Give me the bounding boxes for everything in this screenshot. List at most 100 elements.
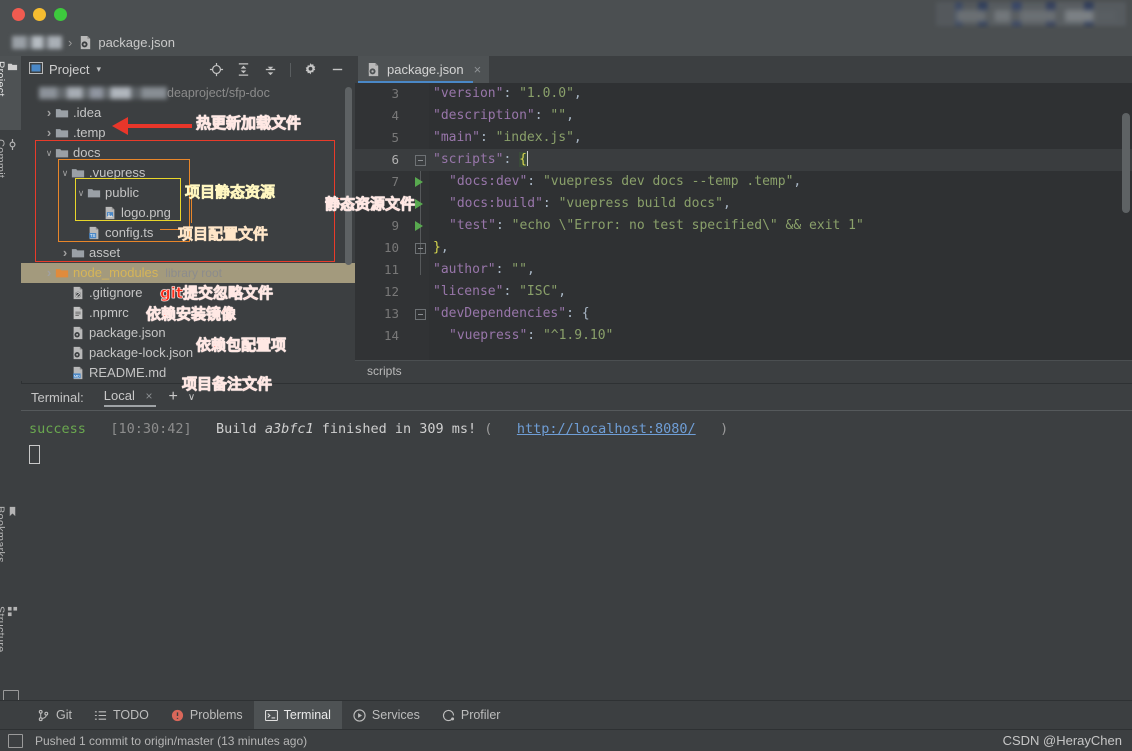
left-tool-strip: Project Commit Bookmarks Structure [0,56,22,707]
bottom-tab-terminal[interactable]: Terminal [253,700,342,730]
code-text: "scripts": { [433,151,528,167]
terminal-session-tab-local[interactable]: Local × [103,387,156,407]
code-line[interactable]: 11 "author": "", [355,259,1132,281]
tree-node-node-modules[interactable]: › node_modules library root [21,263,355,283]
chevron-right-icon[interactable]: › [43,123,55,143]
folder-icon [55,126,69,140]
editor-scrollbar[interactable] [1122,113,1130,213]
tree-node-config-ts[interactable]: ›TSconfig.ts [21,223,355,243]
sidebar-item-project[interactable]: Project [0,56,21,130]
tree-node-label: README.md [89,365,167,380]
sidebar-item-bookmarks-label: Bookmarks [0,506,6,563]
code-line[interactable]: 13 "devDependencies": { [355,303,1132,325]
code-view[interactable]: 3 "version": "1.0.0", 4 "description": "", 5… [355,83,1132,360]
chevron-right-icon[interactable]: › [59,243,71,263]
tree-node-vuepress[interactable]: ∨ .vuepress [21,163,355,183]
collapse-region-icon[interactable] [415,309,426,320]
tree-node-npmrc[interactable]: ›.npmrc [21,303,355,323]
run-script-icon[interactable] [415,199,423,209]
hide-panel-icon[interactable] [330,62,345,77]
text-file-icon [71,306,85,320]
tree-node-gitignore[interactable]: ›.gitignore [21,283,355,303]
ts-file-icon: TS [87,226,101,240]
chevron-down-icon[interactable]: ∨ [75,183,87,203]
sidebar-item-structure[interactable]: Structure [0,601,21,683]
collapse-region-icon[interactable] [415,155,426,166]
sidebar-item-bookmarks[interactable]: Bookmarks [0,501,21,589]
chevron-right-icon[interactable]: › [43,263,55,283]
code-line[interactable]: 5 "main": "index.js", [355,127,1132,149]
code-line[interactable]: 14 "vuepress": "^1.9.10" [355,325,1132,347]
bottom-tab-todo[interactable]: TODO [83,701,160,730]
run-script-icon[interactable] [415,221,423,231]
close-window-button[interactable] [12,8,25,21]
editor-breadcrumb-label: scripts [367,364,402,378]
new-session-plus-icon[interactable]: + [168,389,177,405]
chevron-down-icon[interactable]: ▾ [96,64,101,75]
expand-all-icon[interactable] [236,62,251,77]
tree-node-public[interactable]: ∨ public [21,183,355,203]
tree-node-temp[interactable]: › .temp [21,123,355,143]
line-number: 9 [391,218,399,233]
bottom-tab-problems[interactable]: Problems [160,701,254,730]
close-icon[interactable]: × [145,389,152,403]
toggle-tool-windows-icon[interactable] [8,733,23,748]
bottom-tab-git[interactable]: Git [26,701,83,730]
settings-gear-icon[interactable] [303,62,318,77]
tree-root-row[interactable]: deaproject/sfp-doc [21,83,355,103]
terminal-tool-window: Terminal: Local × + ∨ success [10:30:42]… [21,383,1132,708]
maximize-window-button[interactable] [54,8,67,21]
chevron-down-icon[interactable]: ∨ [59,163,71,183]
json-file-icon [366,62,381,77]
tab-label: package.json [387,62,464,77]
chevron-down-icon[interactable]: ∨ [43,143,55,163]
tree-node-idea[interactable]: › .idea [21,103,355,123]
terminal-timestamp: [10:30:42] [110,421,192,437]
code-line[interactable]: 6 "scripts": { [355,149,1132,171]
tree-node-readme-md[interactable]: ›MDREADME.md [21,363,355,381]
project-tree-scrollbar[interactable] [345,87,352,265]
code-line[interactable]: 9 "test": "echo \"Error: no test specifie… [355,215,1132,237]
run-script-icon[interactable] [415,177,423,187]
code-line[interactable]: 3 "version": "1.0.0", [355,83,1132,105]
code-line[interactable]: 7 "docs:dev": "vuepress dev docs --temp .… [355,171,1132,193]
terminal-status: success [29,421,86,437]
terminal-text-before: Build [216,421,265,437]
minimize-window-button[interactable] [33,8,46,21]
project-tree[interactable]: deaproject/sfp-doc › .idea › .temp ∨ docs ∨ .vu… [21,83,355,381]
chevron-right-icon[interactable]: › [43,103,55,123]
sidebar-item-commit[interactable]: Commit [0,134,21,204]
tree-node-asset[interactable]: › asset [21,243,355,263]
tree-node-sublabel: library root [165,266,222,280]
tree-node-label: .temp [73,125,106,140]
bottom-tab-profiler[interactable]: Profiler [431,701,512,730]
window-controls[interactable] [12,8,67,21]
folder-icon [55,266,69,280]
page-title: Project [49,62,90,77]
collapse-all-icon[interactable] [263,62,278,77]
select-opened-file-icon[interactable] [209,62,224,77]
code-line[interactable]: 12 "license": "ISC", [355,281,1132,303]
tree-node-package-lock-json[interactable]: ›package-lock.json [21,343,355,363]
commit-icon [6,139,18,197]
terminal-url-link[interactable]: http://localhost:8080/ [517,421,696,437]
code-line[interactable]: 8 "docs:build": "vuepress build docs", [355,193,1132,215]
tab-package-json[interactable]: package.json × [358,56,490,83]
expand-region-icon[interactable] [415,243,426,254]
code-text: "vuepress": "^1.9.10" [449,328,614,343]
breadcrumb-file-label[interactable]: package.json [98,35,175,50]
json-file-icon [71,346,85,360]
close-icon[interactable]: × [474,62,482,77]
tree-node-docs[interactable]: ∨ docs [21,143,355,163]
line-number: 13 [383,306,399,321]
code-line[interactable]: 10}, [355,237,1132,259]
terminal-session-label: Local [103,387,135,403]
tree-node-package-json[interactable]: ›package.json [21,323,355,343]
bottom-tool-window-bar: Git TODO Problems Terminal Services Profiler [0,700,1132,730]
tree-node-logo-png[interactable]: ›logo.png [21,203,355,223]
bottom-tab-services[interactable]: Services [342,701,431,730]
terminal-output[interactable]: success [10:30:42] Build a3bfc1 finished… [21,410,1132,708]
chevron-down-icon[interactable]: ∨ [188,392,195,403]
code-line[interactable]: 4 "description": "", [355,105,1132,127]
editor-breadcrumb[interactable]: scripts [355,360,1132,381]
